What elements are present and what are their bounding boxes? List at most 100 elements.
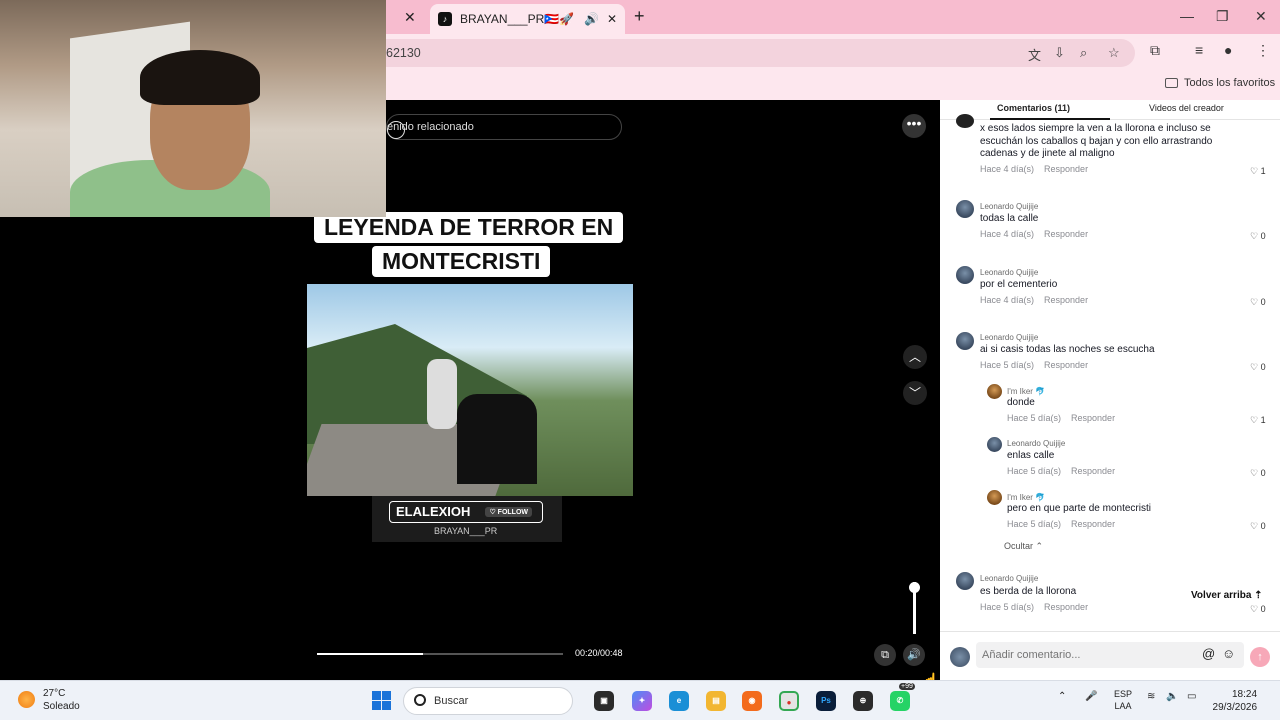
input-language[interactable]: ESP LAA [1114, 688, 1132, 712]
comment-author[interactable]: I'm Iker 🐬 [1007, 493, 1045, 502]
volume-handle[interactable] [909, 582, 920, 593]
like-button[interactable]: ♡ 0 [1250, 604, 1266, 615]
more-options-icon[interactable]: ••• [902, 114, 926, 138]
like-count: 1 [1260, 166, 1266, 176]
avatar[interactable] [956, 200, 974, 218]
reply-button[interactable]: Responder [1071, 413, 1115, 423]
mention-icon[interactable]: @ [1202, 646, 1215, 661]
new-tab-button[interactable]: + [634, 6, 645, 27]
like-button[interactable]: ♡ 0 [1250, 231, 1266, 242]
task-view-icon[interactable]: ▣ [594, 691, 614, 711]
emoji-icon[interactable]: ☺ [1222, 646, 1235, 661]
brand-pill: ELALEXIOH ♡ FOLLOW [389, 501, 543, 523]
avatar[interactable] [956, 332, 974, 350]
minimize-icon[interactable]: — [1180, 8, 1194, 24]
folder-icon [1165, 78, 1178, 88]
comment-author[interactable]: Leonardo Quijije [980, 268, 1038, 277]
avatar[interactable] [956, 572, 974, 590]
copilot-icon[interactable]: ✦ [632, 691, 652, 711]
like-button[interactable]: ♡ 0 [1250, 297, 1266, 308]
pip-icon[interactable]: ⧉ [874, 644, 896, 666]
restore-icon[interactable]: ❐ [1216, 8, 1229, 25]
volume-icon[interactable]: 🔊 [903, 644, 925, 666]
person-figure [427, 359, 457, 429]
like-button[interactable]: ♡ 1 [1250, 166, 1266, 177]
app-icon[interactable]: ⊕ [853, 691, 873, 711]
battery-icon[interactable]: ▭ [1187, 691, 1196, 702]
weather-temperature[interactable]: 27°C [43, 688, 65, 699]
send-arrow-icon[interactable]: ↑ [1250, 647, 1270, 667]
like-button[interactable]: ♡ 0 [1250, 362, 1266, 373]
previous-video-icon[interactable]: ︿ [903, 345, 927, 369]
system-clock[interactable]: 18:24 29/3/2026 [1213, 688, 1258, 714]
comment-author[interactable]: Leonardo Quijije [980, 202, 1038, 211]
url-text[interactable]: 62130 [386, 46, 421, 60]
like-count: 0 [1260, 231, 1266, 241]
comment-input[interactable] [976, 642, 1176, 668]
reply-button[interactable]: Responder [1044, 360, 1088, 370]
bookmark-star-icon[interactable]: ☆ [1108, 45, 1120, 61]
follow-badge: ♡ FOLLOW [485, 507, 532, 517]
back-to-top-button[interactable]: Volver arriba ⇡ [1186, 588, 1268, 603]
whatsapp-icon[interactable]: ✆ [890, 691, 910, 711]
chrome-icon[interactable]: ● [779, 691, 799, 711]
edge-icon[interactable]: e [669, 691, 689, 711]
like-button[interactable]: ♡ 1 [1250, 415, 1266, 426]
windows-start-icon[interactable] [372, 691, 391, 710]
tab-close-icon[interactable]: ✕ [607, 12, 617, 26]
video-frame[interactable] [307, 284, 633, 496]
tab-active[interactable]: ♪ BRAYAN___PR🇵🇷🚀 (@elbr 🔊 ✕ [430, 4, 625, 34]
reply-button[interactable]: Responder [1044, 164, 1088, 174]
avatar[interactable] [987, 384, 1002, 399]
speaker-icon[interactable]: 🔈 [1166, 691, 1178, 702]
wifi-icon[interactable]: ≋ [1147, 691, 1155, 702]
zoom-icon[interactable]: ⌕ [1080, 45, 1087, 61]
video-progress-fill [317, 653, 423, 655]
tab-comments[interactable]: Comentarios (11) [997, 103, 1070, 113]
avatar[interactable] [956, 266, 974, 284]
brand-name: ELALEXIOH [396, 504, 471, 519]
weather-condition[interactable]: Soleado [43, 701, 80, 712]
like-button[interactable]: ♡ 0 [1250, 521, 1266, 532]
omnibox[interactable]: 62130 文 ⇩ ⌕ ☆ [370, 39, 1135, 67]
comment-time: Hace 4 día(s) [980, 229, 1035, 239]
comment-author[interactable]: Leonardo Quijije [980, 574, 1038, 583]
install-app-icon[interactable]: ⇩ [1054, 45, 1065, 61]
comment-author[interactable]: Leonardo Quijije [1007, 439, 1065, 448]
tab-close-icon[interactable]: ✕ [404, 9, 416, 26]
show-hidden-icons-icon[interactable]: ⌃ [1058, 691, 1066, 702]
extensions-icon[interactable]: ⧉ [1150, 42, 1160, 59]
next-video-icon[interactable]: ﹀ [903, 381, 927, 405]
close-window-icon[interactable]: ✕ [1255, 8, 1267, 25]
sun-icon[interactable] [18, 691, 35, 708]
video-progress-track[interactable] [317, 653, 563, 655]
avatar[interactable] [987, 490, 1002, 505]
comment-input-box[interactable]: @ ☺ [976, 642, 1244, 668]
comment-author[interactable]: Leonardo Quijije [980, 333, 1038, 342]
menu-kebab-icon[interactable]: ⋮ [1256, 42, 1270, 59]
bookmarks-folder[interactable]: Todos los favoritos [1165, 77, 1275, 89]
profile-avatar-icon[interactable]: ● [1224, 42, 1232, 58]
translate-icon[interactable]: 文 [1028, 45, 1041, 64]
avatar[interactable] [956, 114, 974, 128]
taskbar-search[interactable]: Buscar [403, 687, 573, 715]
reply-button[interactable]: Responder [1044, 229, 1088, 239]
like-count: 0 [1260, 604, 1266, 614]
search-icon[interactable] [387, 121, 405, 139]
tab-creator-videos[interactable]: Videos del creador [1149, 103, 1224, 113]
comment-author[interactable]: I'm Iker 🐬 [1007, 387, 1045, 396]
reply-button[interactable]: Responder [1044, 295, 1088, 305]
microphone-icon[interactable]: 🎤 [1085, 691, 1097, 702]
reply-button[interactable]: Responder [1071, 466, 1115, 476]
photoshop-icon[interactable]: Ps [816, 691, 836, 711]
avatar[interactable] [987, 437, 1002, 452]
hide-replies-button[interactable]: Ocultar ⌃ [1004, 541, 1043, 552]
related-search-box[interactable]: enido relacionado [386, 114, 622, 140]
reply-button[interactable]: Responder [1071, 519, 1115, 529]
like-button[interactable]: ♡ 0 [1250, 468, 1266, 479]
media-control-icon[interactable]: ≡ [1195, 42, 1203, 58]
reply-button[interactable]: Responder [1044, 602, 1088, 612]
speaker-icon[interactable]: 🔊 [584, 12, 599, 26]
firefox-icon[interactable]: ◉ [742, 691, 762, 711]
file-explorer-icon[interactable]: ▤ [706, 691, 726, 711]
